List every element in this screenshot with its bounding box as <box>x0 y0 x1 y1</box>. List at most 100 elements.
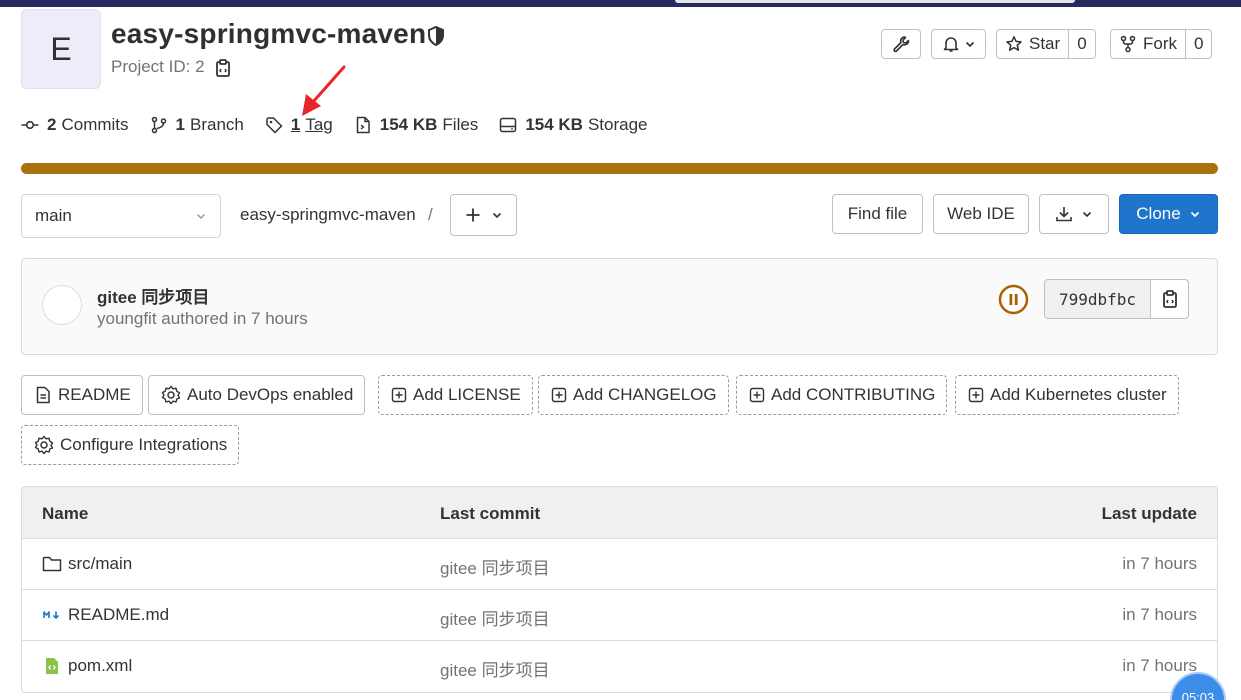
add-kubernetes-cluster-button[interactable]: Add Kubernetes cluster <box>955 375 1179 415</box>
shield-icon <box>428 25 444 47</box>
header-last-update: Last update <box>1101 504 1197 523</box>
plus-square-icon <box>551 387 567 403</box>
file-name[interactable]: src/main <box>68 554 132 574</box>
file-commit-message[interactable]: gitee 同步项目 <box>440 554 550 579</box>
commits-stat[interactable]: 2 Commits <box>21 115 129 135</box>
table-row[interactable]: src/main gitee 同步项目 in 7 hours <box>22 539 1217 590</box>
file-name-cell[interactable]: README.md <box>42 605 169 625</box>
configure-integrations-label: Configure Integrations <box>60 435 228 454</box>
add-changelog-button[interactable]: Add CHANGELOG <box>538 375 729 415</box>
tag-icon <box>266 117 283 134</box>
plus-square-icon <box>391 387 407 403</box>
gear-icon <box>161 385 181 405</box>
notification-dropdown[interactable] <box>931 29 986 59</box>
commit-sha[interactable]: 799dbfbc <box>1045 280 1150 318</box>
fork-label: Fork <box>1143 34 1177 53</box>
file-name-cell[interactable]: pom.xml <box>42 656 132 676</box>
branch-icon <box>151 116 166 134</box>
copy-icon <box>1162 290 1177 308</box>
add-license-button[interactable]: Add LICENSE <box>378 375 533 415</box>
branch-label: Branch <box>190 115 244 134</box>
top-search-bar[interactable] <box>675 0 1075 3</box>
language-bar <box>21 163 1218 174</box>
fork-button[interactable]: Fork 0 <box>1110 29 1213 59</box>
auto-devops-label: Auto DevOps enabled <box>187 385 354 404</box>
commit-author-meta: youngfit authored in 7 hours <box>97 309 308 328</box>
plus-square-icon <box>968 387 984 403</box>
download-icon <box>1056 207 1072 222</box>
add-kubernetes-label: Add Kubernetes cluster <box>990 385 1167 404</box>
file-commit-message[interactable]: gitee 同步项目 <box>440 656 550 681</box>
breadcrumb-separator: / <box>428 205 433 224</box>
add-contributing-button[interactable]: Add CONTRIBUTING <box>736 375 948 415</box>
storage-size: 154 KB <box>525 115 583 134</box>
star-label: Star <box>1029 34 1061 53</box>
star-count[interactable]: 0 <box>1068 30 1094 58</box>
add-file-dropdown[interactable] <box>450 194 517 236</box>
file-updated: in 7 hours <box>1122 554 1197 573</box>
chevron-down-icon <box>1190 211 1199 218</box>
branch-name: main <box>35 206 72 225</box>
find-file-button[interactable]: Find file <box>832 194 923 234</box>
clone-dropdown[interactable]: Clone <box>1119 194 1218 234</box>
chevron-down-icon <box>1082 211 1092 218</box>
clone-label: Clone <box>1136 204 1181 223</box>
files-size: 154 KB <box>379 115 438 134</box>
chevron-down-icon <box>492 212 501 219</box>
table-header: Name Last commit Last update <box>22 487 1217 539</box>
fork-count[interactable]: 0 <box>1185 30 1211 58</box>
storage-stat[interactable]: 154 KB Storage <box>499 115 648 135</box>
copy-sha-button[interactable] <box>1150 280 1189 318</box>
download-dropdown[interactable] <box>1039 194 1109 234</box>
table-row[interactable]: README.md gitee 同步项目 in 7 hours <box>22 590 1217 641</box>
file-tree-table: Name Last commit Last update src/main gi… <box>21 486 1218 693</box>
annotation-arrow-icon <box>302 65 346 116</box>
web-ide-button[interactable]: Web IDE <box>933 194 1029 234</box>
file-name-cell[interactable]: src/main <box>42 554 132 574</box>
file-icon <box>356 116 370 134</box>
branch-count: 1 <box>175 115 185 134</box>
project-avatar: E <box>21 9 101 89</box>
star-button[interactable]: Star 0 <box>996 29 1096 59</box>
commit-message[interactable]: gitee 同步项目 <box>97 283 209 308</box>
author-avatar[interactable] <box>42 285 82 325</box>
xml-file-icon <box>46 658 58 674</box>
plus-icon <box>466 208 479 222</box>
wrench-icon <box>893 36 910 53</box>
last-commit-panel: gitee 同步项目 youngfit authored in 7 hours … <box>21 258 1218 355</box>
file-updated: in 7 hours <box>1122 656 1197 675</box>
add-license-label: Add LICENSE <box>413 385 521 404</box>
readme-button[interactable]: README <box>21 375 143 415</box>
plus-square-icon <box>749 387 765 403</box>
branch-stat[interactable]: 1 Branch <box>150 115 244 135</box>
configure-integrations-button[interactable]: Configure Integrations <box>21 425 240 465</box>
pipeline-paused-icon[interactable] <box>998 284 1029 315</box>
commit-icon <box>21 120 39 130</box>
gear-icon <box>34 435 54 455</box>
file-updated: in 7 hours <box>1122 605 1197 624</box>
files-label: Files <box>442 115 479 134</box>
copy-icon[interactable] <box>214 58 232 78</box>
commits-count: 2 <box>47 115 57 134</box>
header-name: Name <box>42 504 89 523</box>
file-commit-message[interactable]: gitee 同步项目 <box>440 605 550 630</box>
settings-button[interactable] <box>881 29 921 59</box>
commit-sha-group: 799dbfbc <box>1044 279 1190 319</box>
breadcrumb-project[interactable]: easy-springmvc-maven <box>240 205 416 225</box>
branch-dropdown[interactable]: main <box>21 194 221 238</box>
file-name[interactable]: pom.xml <box>68 656 132 676</box>
add-changelog-label: Add CHANGELOG <box>573 385 717 404</box>
bell-icon <box>943 37 958 52</box>
project-title: easy-springmvc-maven <box>111 18 427 49</box>
file-name[interactable]: README.md <box>68 605 169 625</box>
folder-icon <box>42 556 62 572</box>
readme-label: README <box>58 385 131 404</box>
star-icon <box>1006 36 1022 51</box>
markdown-icon <box>43 611 60 620</box>
files-stat[interactable]: 154 KB Files <box>354 115 479 135</box>
auto-devops-button[interactable]: Auto DevOps enabled <box>148 375 366 415</box>
header-last-commit: Last commit <box>440 504 541 523</box>
document-icon <box>36 386 50 404</box>
storage-label: Storage <box>587 115 648 134</box>
table-row[interactable]: pom.xml gitee 同步项目 in 7 hours <box>22 641 1217 692</box>
